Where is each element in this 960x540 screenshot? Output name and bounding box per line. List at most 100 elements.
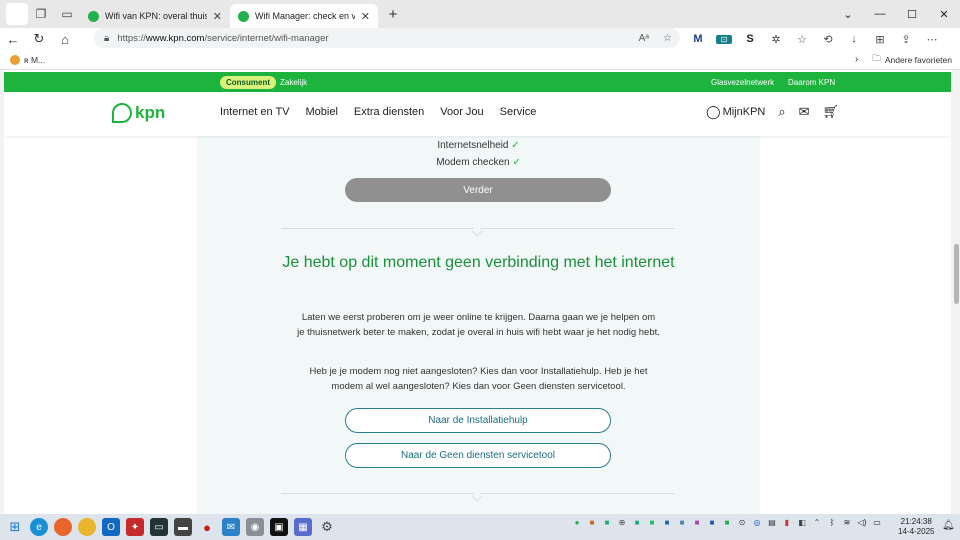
chrome-icon[interactable] [78,518,96,536]
tray-app-icon[interactable]: ⊕ [617,518,627,527]
tray-app-icon[interactable]: ■ [602,518,612,527]
terminal-icon[interactable]: ▭ [150,518,168,536]
tray-app-icon[interactable]: ■ [722,518,732,527]
tray-app-icon[interactable]: ■ [632,518,642,527]
other-favorites-label: Andere favorieten [884,54,952,65]
tray-app-icon[interactable]: ◎ [752,518,762,527]
browser-tab-bar: ❐ ▭ Wifi van KPN: overal thuis stabiel ✕… [0,0,960,28]
favorites-bar: ʀ M... › 🗀︎ Andere favorieten [0,50,960,70]
kpn-favicon-icon [238,10,249,22]
clock-date: 14-4-2025 [898,527,935,536]
favorites-icon[interactable]: ☆ [794,33,810,46]
tray-app-icon[interactable]: ● [572,518,582,527]
wifi-manager-panel: Internetsnelheid ✓ Modem checken ✓ Verde… [197,136,760,514]
maximize-icon[interactable]: ☐ [896,0,928,28]
share-icon[interactable]: ⇪ [898,33,914,46]
extension-teal-icon[interactable]: ⊡ [716,34,732,44]
read-aloud-icon[interactable]: Aᵃ [639,33,649,44]
lock-icon[interactable]: 🔒︎ [104,33,109,44]
tray-app-icon[interactable]: ■ [662,518,672,527]
glasvezelnetwerk-link[interactable]: Glasvezelnetwerk [711,78,774,87]
bluetooth-icon[interactable]: ᛒ [827,518,837,527]
more-icon[interactable]: ⋯ [924,33,940,46]
tab-wifi-manager[interactable]: Wifi Manager: check en verbeter j ✕ [230,4,378,28]
instruction-text: Heb je je modem nog niet aangesloten? Ki… [309,366,648,392]
windows-start-icon[interactable]: ⊞ [6,518,24,536]
firefox-icon[interactable] [54,518,72,536]
battery-icon[interactable]: ▭ [872,518,882,527]
nav-item-internet-tv[interactable]: Internet en TV [220,106,290,118]
collections-icon[interactable]: ⊞ [872,33,888,46]
zakelijk-link[interactable]: Zakelijk [280,78,307,87]
tray-app-icon[interactable]: ■ [587,518,597,527]
tray-app-icon[interactable]: ◧ [797,518,807,527]
favorite-item[interactable]: ʀ M... [10,54,45,65]
app-dark-icon[interactable]: ▬ [174,518,192,536]
tray-app-icon[interactable]: ■ [677,518,687,527]
app-icon[interactable]: ✦ [126,518,144,536]
volume-icon[interactable]: ◁) [857,518,867,527]
new-tab-button[interactable]: + [382,3,404,25]
tray-app-icon[interactable]: ⌃ [812,518,822,527]
mijnkpn-link[interactable]: ◯ MijnKPN [706,104,765,120]
profile-icon[interactable] [6,3,28,25]
history-icon[interactable]: ⟲ [820,33,836,46]
chevron-down-icon[interactable]: ⌄ [832,0,864,28]
check-item: Internetsnelheid ✓ [197,140,760,151]
refresh-icon[interactable]: ↻ [26,28,52,50]
consument-tab[interactable]: Consument [220,75,276,89]
download-icon[interactable]: ↓ [846,33,862,45]
nav-item-mobiel[interactable]: Mobiel [306,106,338,118]
extension-s-icon[interactable]: S [742,33,758,45]
tray-app-icon[interactable]: ▤ [767,518,777,527]
tray-app-icon[interactable]: ⊙ [737,518,747,527]
store-icon[interactable]: ▦ [294,518,312,536]
other-favorites[interactable]: 🗀︎ Andere favorieten [872,53,952,67]
section-divider [281,225,675,237]
extensions-icon[interactable]: ✲ [768,33,784,46]
tray-app-icon[interactable]: ▮ [782,518,792,527]
taskbar-clock[interactable]: 21:24:38 14-4-2025 [898,517,934,537]
outlook-icon[interactable]: O [102,518,120,536]
extension-m-icon[interactable]: M [690,33,706,45]
daarom-kpn-link[interactable]: Daarom KPN [788,78,835,87]
check-label: Internetsnelheid [437,140,509,151]
close-icon[interactable]: ✕ [213,10,222,23]
mail-icon[interactable]: ✉ [799,104,810,120]
settings-icon[interactable]: ⚙ [318,518,336,536]
nav-item-extra-diensten[interactable]: Extra diensten [354,106,424,118]
tab-actions-icon[interactable]: ▭ [54,0,80,28]
nav-item-service[interactable]: Service [500,106,537,118]
verder-button[interactable]: Verder [345,178,611,202]
page-scrollbar[interactable] [952,70,960,514]
notification-bell-icon[interactable]: 🔔︎ [942,520,955,531]
tray-app-icon[interactable]: ■ [692,518,702,527]
favorite-star-icon[interactable]: ☆ [663,33,672,44]
app-black-icon[interactable]: ▣ [270,518,288,536]
nav-item-voor-jou[interactable]: Voor Jou [440,106,483,118]
search-icon[interactable]: ⌕ [778,104,785,120]
close-icon[interactable]: ✕ [361,10,370,23]
mail-app-icon[interactable]: ✉ [222,518,240,536]
back-icon[interactable]: ← [0,28,26,50]
kpn-logo[interactable]: kpn [112,103,165,123]
tray-app-icon[interactable]: ■ [707,518,717,527]
url-input[interactable]: 🔒︎ https:// www.kpn.com /service/interne… [94,28,680,48]
installatiehulp-button[interactable]: Naar de Installatiehulp [345,408,611,433]
close-window-icon[interactable]: ✕ [928,0,960,28]
minimize-icon[interactable]: — [864,0,896,28]
edge-icon[interactable]: e [30,518,48,536]
url-host: www.kpn.com [145,32,205,44]
chevron-right-icon[interactable]: › [855,54,858,65]
workspaces-icon[interactable]: ❐ [28,0,54,28]
wifi-icon[interactable]: ≋ [842,518,852,527]
scrollbar-thumb[interactable] [954,244,959,304]
cart-icon[interactable]: 🛒︎ [823,104,840,120]
tab-wifi-van-kpn[interactable]: Wifi van KPN: overal thuis stabiel ✕ [80,4,230,28]
tray-app-icon[interactable]: ■ [647,518,657,527]
record-icon[interactable]: ● [198,518,216,536]
home-icon[interactable]: ⌂ [52,28,78,50]
clock-time: 21:24:38 [900,517,932,526]
camera-icon[interactable]: ◉ [246,518,264,536]
servicetool-button[interactable]: Naar de Geen diensten servicetool [345,443,611,468]
